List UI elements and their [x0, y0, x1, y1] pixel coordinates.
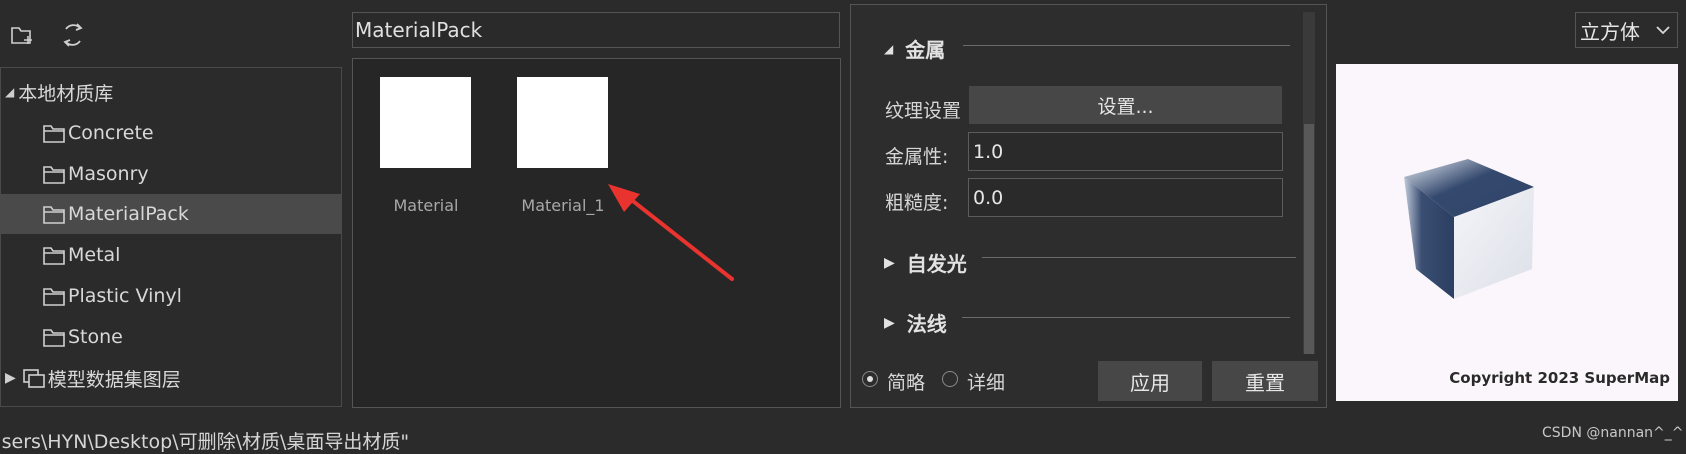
- folder-icon: [43, 288, 65, 306]
- path-input-value: MaterialPack: [355, 18, 483, 42]
- expanded-arrow-icon: ◢: [884, 41, 894, 56]
- material-library-tree: ◢ 本地材质库 Concrete Masonry MaterialPack Me…: [0, 67, 342, 407]
- material-preview[interactable]: Copyright 2023 SuperMap: [1336, 64, 1678, 401]
- tree-item-materialpack[interactable]: MaterialPack: [1, 194, 342, 234]
- tree-root-label: 本地材质库: [18, 82, 114, 105]
- tree-item-model-dataset-layer[interactable]: ▶ 模型数据集图层: [1, 358, 342, 398]
- collapsed-arrow-icon: ▶: [884, 314, 895, 331]
- folder-icon: [43, 166, 65, 184]
- folder-icon: [43, 329, 65, 347]
- tree-item-label: Metal: [68, 244, 121, 266]
- tree-root-local-library[interactable]: ◢ 本地材质库: [1, 72, 342, 112]
- folder-icon: [43, 206, 65, 224]
- metallic-input[interactable]: 1.0: [968, 132, 1283, 171]
- watermark-text: CSDN @nannan^_^: [1542, 425, 1684, 441]
- tree-item-label: Concrete: [68, 122, 154, 144]
- section-emissive[interactable]: ▶ 自发光: [884, 248, 967, 277]
- copyright-text: Copyright 2023 SuperMap: [1449, 369, 1670, 387]
- section-divider: [963, 45, 1290, 46]
- texture-settings-label: 纹理设置: [885, 100, 962, 122]
- collapsed-arrow-icon[interactable]: ▶: [5, 370, 16, 386]
- reset-button[interactable]: 重置: [1212, 361, 1318, 401]
- mode-simple-label[interactable]: 简略: [887, 368, 925, 395]
- section-divider: [982, 257, 1296, 258]
- preview-shape-select[interactable]: 立方体: [1575, 12, 1678, 48]
- mode-detail-label[interactable]: 详细: [967, 368, 1005, 395]
- tree-item-label: MaterialPack: [68, 203, 189, 225]
- cube-preview-shape: [1404, 159, 1534, 299]
- tree-item-plastic-vinyl[interactable]: Plastic Vinyl: [1, 276, 342, 316]
- folder-icon: [43, 125, 65, 143]
- tree-item-stone[interactable]: Stone: [1, 317, 342, 357]
- section-title: 金属: [905, 38, 946, 62]
- roughness-input[interactable]: 0.0: [968, 178, 1283, 217]
- tree-item-metal[interactable]: Metal: [1, 235, 342, 275]
- refresh-icon[interactable]: [56, 18, 90, 52]
- tree-item-label: Masonry: [68, 163, 149, 185]
- folder-icon: [43, 247, 65, 265]
- collapsed-arrow-icon: ▶: [884, 254, 895, 271]
- preview-shape-value: 立方体: [1580, 19, 1640, 44]
- path-input[interactable]: MaterialPack: [352, 12, 840, 48]
- layers-icon: [22, 369, 45, 388]
- status-path-text: Jsers\HYN\Desktop\可删除\材质\桌面导出材质": [0, 431, 410, 453]
- scrollbar-thumb[interactable]: [1304, 124, 1314, 354]
- expand-arrow-icon[interactable]: ◢: [5, 85, 14, 99]
- tree-item-concrete[interactable]: Concrete: [1, 113, 342, 153]
- roughness-value: 0.0: [973, 186, 1004, 209]
- material-grid: Material Material_1: [352, 58, 841, 408]
- metallic-value: 1.0: [973, 140, 1004, 163]
- material-thumbnail[interactable]: [517, 77, 608, 168]
- texture-settings-button[interactable]: 设置...: [969, 86, 1282, 124]
- annotation-arrow: [608, 184, 734, 281]
- section-divider: [962, 317, 1290, 318]
- tree-item-label: 模型数据集图层: [47, 368, 181, 391]
- chevron-down-icon: [1656, 26, 1670, 35]
- roughness-label: 粗糙度:: [885, 192, 949, 214]
- tree-item-label: Stone: [68, 326, 123, 348]
- section-title: 法线: [906, 312, 947, 336]
- tree-item-label: Plastic Vinyl: [68, 285, 182, 307]
- mode-simple-radio[interactable]: [862, 371, 878, 387]
- material-thumbnail[interactable]: [380, 77, 471, 168]
- mode-detail-radio[interactable]: [942, 371, 958, 387]
- properties-scrollbar[interactable]: [1303, 12, 1315, 354]
- material-label: Material: [393, 196, 459, 215]
- section-normal[interactable]: ▶ 法线: [884, 308, 947, 337]
- section-title: 自发光: [906, 252, 967, 276]
- section-metal[interactable]: ◢ 金属: [884, 34, 945, 63]
- new-folder-icon[interactable]: [6, 18, 40, 52]
- apply-button[interactable]: 应用: [1098, 361, 1202, 401]
- tree-item-masonry[interactable]: Masonry: [1, 154, 342, 194]
- metallic-label: 金属性:: [885, 146, 949, 168]
